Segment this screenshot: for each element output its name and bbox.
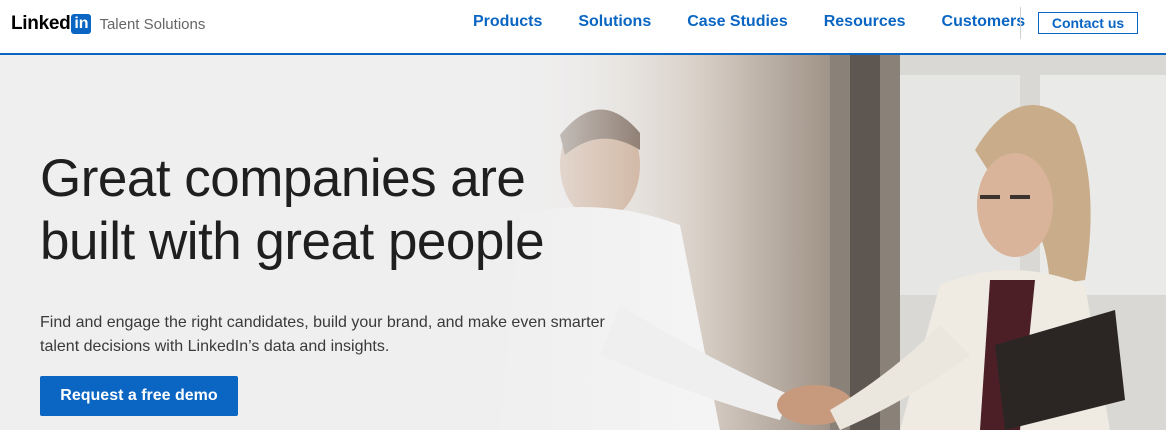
nav-divider [1020, 7, 1021, 39]
hero-section: Great companies are built with great peo… [0, 55, 1166, 430]
contact-us-button[interactable]: Contact us [1038, 12, 1138, 34]
hero-title-line-2: built with great people [40, 212, 545, 271]
logo-wordmark: Linked [11, 13, 71, 34]
logo-product-name: Talent Solutions [99, 15, 206, 33]
nav-case-studies[interactable]: Case Studies [687, 13, 787, 31]
photo-door-frame-shadow [850, 55, 880, 430]
linkedin-logo[interactable]: Linked in Talent Solutions [11, 12, 205, 36]
hero-description-line-1: Find and engage the right candidates, bu… [40, 314, 605, 331]
request-demo-button[interactable]: Request a free demo [40, 376, 238, 416]
photo-woman-face [977, 153, 1053, 257]
nav-solutions[interactable]: Solutions [578, 13, 651, 31]
top-navigation-bar: Linked in Talent Solutions Products Solu… [0, 0, 1166, 55]
nav-resources[interactable]: Resources [824, 13, 906, 31]
hero-title-line-1: Great companies are [40, 149, 526, 208]
nav-products[interactable]: Products [473, 13, 542, 31]
hero-title: Great companies are built with great peo… [40, 147, 680, 273]
hero-description: Find and engage the right candidates, bu… [40, 311, 640, 359]
page: Linked in Talent Solutions Products Solu… [0, 0, 1166, 430]
logo-in-box: in [71, 14, 92, 34]
main-nav: Products Solutions Case Studies Resource… [473, 13, 1025, 31]
nav-customers[interactable]: Customers [942, 13, 1026, 31]
hero-description-line-2: talent decisions with LinkedIn’s data an… [40, 338, 390, 355]
